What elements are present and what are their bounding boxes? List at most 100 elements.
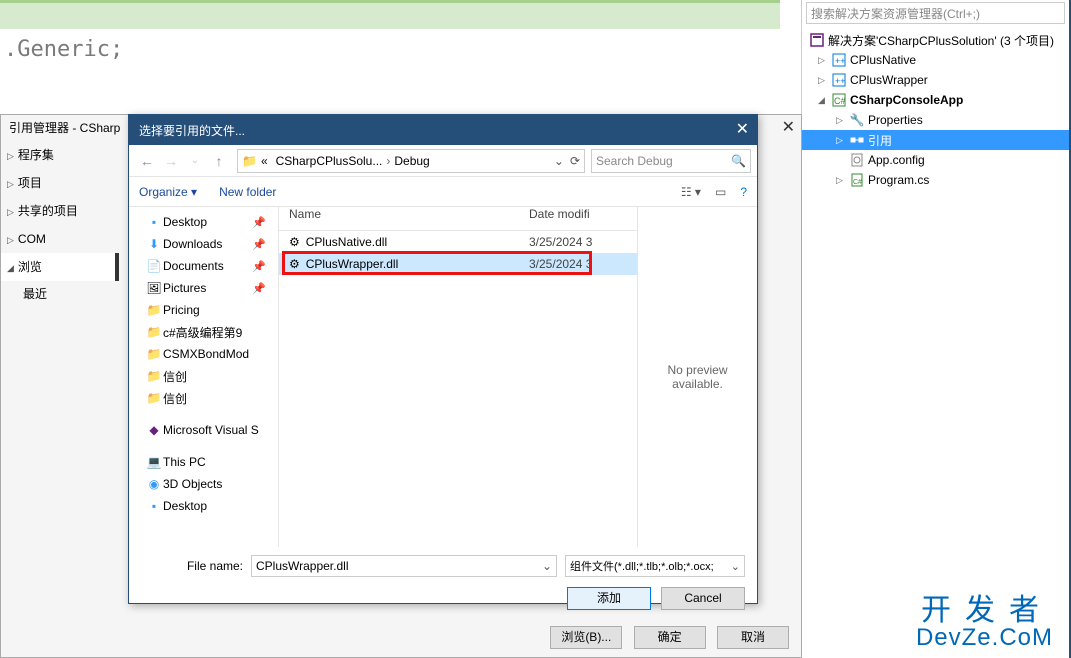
dll-icon: ⚙ [289, 257, 300, 271]
place-vs[interactable]: ◆Microsoft Visual S [129, 419, 278, 441]
nav-recent[interactable]: 最近 [1, 281, 119, 307]
expand-icon: ▷ [818, 75, 830, 86]
folder-icon: 📁 [145, 325, 163, 339]
back-icon[interactable]: ← [135, 153, 159, 169]
col-name[interactable]: Name [279, 207, 529, 230]
close-icon[interactable]: ✕ [736, 119, 749, 139]
filedlg-toolbar: Organize ▾ New folder ☷ ▾ ▭ ? [129, 177, 757, 207]
nav-browse[interactable]: 浏览 [1, 253, 119, 281]
filter-dropdown[interactable]: 组件文件(*.dll;*.tlb;*.olb;*.ocx; [565, 555, 745, 577]
wrench-icon: 🔧 [848, 112, 866, 128]
collapse-icon: ◢ [818, 95, 830, 106]
vs-icon: ◆ [145, 423, 163, 437]
ok-button[interactable]: 确定 [634, 626, 706, 649]
nav-com[interactable]: COM [1, 225, 119, 253]
new-folder-button[interactable]: New folder [219, 185, 276, 199]
close-icon[interactable]: ✕ [782, 117, 795, 137]
pin-icon: 📌 [252, 260, 266, 273]
svg-text:C#: C# [834, 96, 846, 106]
filename-input[interactable]: CPlusWrapper.dll [251, 555, 557, 577]
folder-icon: 📁 [145, 369, 163, 383]
column-headers[interactable]: Name Date modifi [279, 207, 637, 231]
place-documents[interactable]: 📄Documents📌 [129, 255, 278, 277]
nav-assemblies[interactable]: 程序集 [1, 141, 119, 169]
browse-button[interactable]: 浏览(B)... [550, 626, 622, 649]
cancel-button[interactable]: 取消 [717, 626, 789, 649]
place-downloads[interactable]: ⬇Downloads📌 [129, 233, 278, 255]
place-desktop2[interactable]: ▪Desktop [129, 495, 278, 517]
search-input[interactable]: Search Debug 🔍 [591, 149, 751, 173]
code-highlight [0, 3, 780, 29]
project-properties[interactable]: ▷ 🔧 Properties [802, 110, 1069, 130]
config-icon [848, 152, 866, 168]
col-date[interactable]: Date modifi [529, 207, 637, 230]
chevron-down-icon[interactable]: ⌄ [554, 154, 564, 168]
place-book[interactable]: 📁c#高级编程第9 [129, 321, 278, 343]
filename-label: File name: [141, 559, 251, 573]
view-icon[interactable]: ☷ ▾ [681, 185, 701, 199]
solution-root[interactable]: 解决方案'CSharpCPlusSolution' (3 个项目) [802, 30, 1069, 50]
project-cplusWrapper[interactable]: ▷ ++ CPlusWrapper [802, 70, 1069, 90]
file-list: Name Date modifi ⚙CPlusNative.dll 3/25/2… [279, 207, 637, 547]
solution-explorer: 搜索解决方案资源管理器(Ctrl+;) 解决方案'CSharpCPlusSolu… [801, 0, 1071, 658]
picture-icon: 🖼 [145, 281, 163, 295]
project-cplusNative[interactable]: ▷ ++ CPlusNative [802, 50, 1069, 70]
filedlg-bottom: File name: CPlusWrapper.dll 组件文件(*.dll;*… [129, 547, 757, 618]
breadcrumb[interactable]: Debug [390, 154, 433, 168]
place-pricing[interactable]: 📁Pricing [129, 299, 278, 321]
refmgr-buttons: 浏览(B)... 确定 取消 [542, 626, 789, 649]
3d-icon: ◉ [145, 477, 163, 491]
svg-text:++: ++ [835, 76, 846, 86]
expand-icon: ▷ [818, 55, 830, 66]
filedlg-navbar: ← → ⌄ ↑ 📁 « CSharpCPlusSolu... › Debug ⌄… [129, 145, 757, 177]
desktop-icon: ▪ [145, 499, 163, 513]
place-thispc[interactable]: 💻This PC [129, 451, 278, 473]
file-row[interactable]: ⚙CPlusWrapper.dll 3/25/2024 3 [279, 253, 637, 275]
file-open-dialog: 选择要引用的文件... ✕ ← → ⌄ ↑ 📁 « CSharpCPlusSol… [128, 114, 758, 604]
breadcrumb[interactable]: CSharpCPlusSolu... [272, 154, 387, 168]
cpp-project-icon: ++ [830, 52, 848, 68]
place-xc1[interactable]: 📁信创 [129, 365, 278, 387]
document-icon: 📄 [145, 259, 163, 273]
organize-menu[interactable]: Organize ▾ [139, 185, 197, 199]
pin-icon: 📌 [252, 216, 266, 229]
solution-search-input[interactable]: 搜索解决方案资源管理器(Ctrl+;) [806, 2, 1065, 24]
address-bar[interactable]: 📁 « CSharpCPlusSolu... › Debug ⌄⟳ [237, 149, 585, 173]
folder-icon: 📁 [242, 154, 257, 168]
references-icon [848, 132, 866, 148]
pin-icon: 📌 [252, 238, 266, 251]
cancel-button[interactable]: Cancel [661, 587, 745, 610]
up-icon[interactable]: ↑ [207, 153, 231, 169]
svg-text:C#: C# [853, 179, 862, 186]
file-programcs[interactable]: ▷ C# Program.cs [802, 170, 1069, 190]
code-line: .Generic; [0, 29, 780, 70]
nav-projects[interactable]: 项目 [1, 169, 119, 197]
place-desktop[interactable]: ▪Desktop📌 [129, 211, 278, 233]
expand-icon: ▷ [836, 175, 848, 186]
refresh-icon[interactable]: ⟳ [570, 154, 580, 168]
forward-icon[interactable]: → [159, 153, 183, 169]
solution-icon [808, 32, 826, 48]
dll-icon: ⚙ [289, 235, 300, 249]
chevron-down-icon[interactable]: ⌄ [183, 155, 207, 166]
add-button[interactable]: 添加 [567, 587, 651, 610]
folder-icon: 📁 [145, 303, 163, 317]
place-xc2[interactable]: 📁信创 [129, 387, 278, 409]
place-csmx[interactable]: 📁CSMXBondMod [129, 343, 278, 365]
place-3d[interactable]: ◉3D Objects [129, 473, 278, 495]
file-appconfig[interactable]: App.config [802, 150, 1069, 170]
cpp-project-icon: ++ [830, 72, 848, 88]
nav-shared[interactable]: 共享的项目 [1, 197, 119, 225]
search-placeholder: 搜索解决方案资源管理器(Ctrl+;) [811, 5, 980, 22]
file-row[interactable]: ⚙CPlusNative.dll 3/25/2024 3 [279, 231, 637, 253]
place-pictures[interactable]: 🖼Pictures📌 [129, 277, 278, 299]
project-references[interactable]: ▷ 引用 [802, 130, 1069, 150]
watermark: 开发者 DevZe.CoM [916, 596, 1053, 650]
csharp-file-icon: C# [848, 172, 866, 188]
project-csharp[interactable]: ◢ C# CSharpConsoleApp [802, 90, 1069, 110]
help-icon[interactable]: ? [740, 185, 747, 199]
folder-icon: 📁 [145, 391, 163, 405]
filedlg-titlebar: 选择要引用的文件... ✕ [129, 115, 757, 145]
preview-toggle-icon[interactable]: ▭ [715, 185, 726, 199]
folder-icon: 📁 [145, 347, 163, 361]
